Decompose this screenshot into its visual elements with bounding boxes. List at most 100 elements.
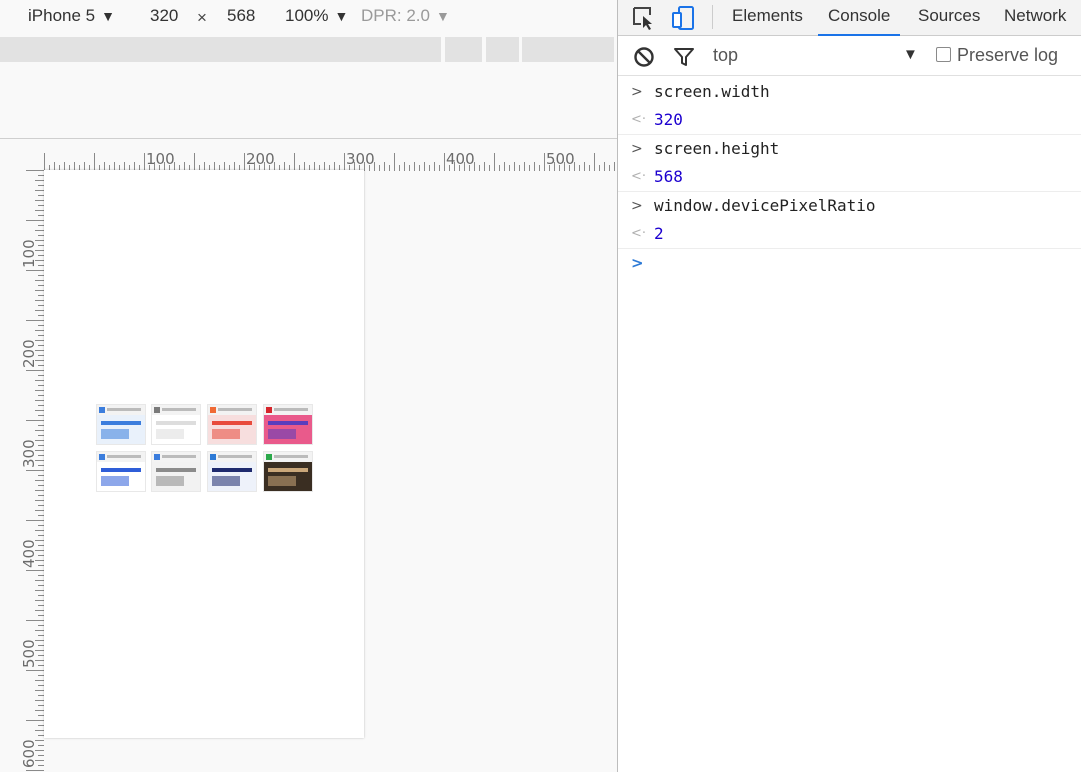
device-height-field[interactable]: 568 xyxy=(227,6,255,26)
thumbnail-preview xyxy=(152,415,200,444)
site-thumbnail[interactable] xyxy=(151,451,201,492)
site-thumbnail[interactable] xyxy=(96,451,146,492)
thumbnail-title xyxy=(107,408,141,411)
thumbnail-title xyxy=(274,408,308,411)
filter-icon[interactable] xyxy=(672,45,696,69)
thumbnail-preview xyxy=(152,462,200,491)
chevron-down-icon[interactable]: ▼ xyxy=(903,46,918,63)
ruler-label: 400 xyxy=(20,539,38,568)
tab-sources[interactable]: Sources xyxy=(908,0,990,36)
console-prompt[interactable]: > xyxy=(618,249,1081,277)
console-result: <· 320 xyxy=(618,106,1081,135)
clear-console-icon[interactable] xyxy=(632,45,656,69)
device-width-field[interactable]: 320 xyxy=(150,6,178,26)
favicon-icon xyxy=(266,407,272,413)
result-value: 568 xyxy=(654,167,683,186)
media-query-segment[interactable] xyxy=(0,37,441,62)
result-value: 320 xyxy=(654,110,683,129)
ruler-label: 200 xyxy=(20,339,38,368)
horizontal-ruler: 100 200 300 400 500 xyxy=(44,146,617,171)
prompt-chevron-icon: > xyxy=(631,254,644,272)
dpr-select[interactable]: DPR: 2.0 ▼ xyxy=(361,6,450,26)
console-output[interactable]: > screen.width <· 320 > screen.height <· 568 > wi… xyxy=(618,78,1081,277)
ruler-label: 200 xyxy=(246,150,275,168)
thumbnail-title xyxy=(274,455,308,458)
result-value: 2 xyxy=(654,224,664,243)
inspect-element-icon[interactable] xyxy=(630,4,658,32)
horizontal-ruler-ticks: 100 200 300 400 500 xyxy=(44,150,615,171)
command-text: screen.height xyxy=(654,139,780,158)
command-text: screen.width xyxy=(654,82,770,101)
ruler-label: 500 xyxy=(20,639,38,668)
console-result: <· 568 xyxy=(618,163,1081,192)
favicon-icon xyxy=(99,454,105,460)
thumbnail-title xyxy=(218,455,252,458)
thumbnail-title xyxy=(107,455,141,458)
device-viewport[interactable] xyxy=(44,170,364,738)
toolbar-divider xyxy=(712,5,713,29)
console-command: > screen.height xyxy=(618,135,1081,163)
command-text: window.devicePixelRatio xyxy=(654,196,876,215)
tab-network[interactable]: Network xyxy=(994,0,1076,36)
devtools-panel: Elements Console Sources Network top ▼ Pres… xyxy=(617,0,1081,772)
console-toolbar: top ▼ Preserve log xyxy=(618,37,1081,76)
chevron-right-icon: > xyxy=(631,84,643,100)
site-thumbnail[interactable] xyxy=(96,404,146,445)
divider xyxy=(0,138,617,139)
return-arrow-icon: <· xyxy=(631,226,647,241)
return-arrow-icon: <· xyxy=(631,112,647,127)
vertical-ruler: 100 200 300 400 500 600 xyxy=(20,170,44,772)
device-name: iPhone 5 xyxy=(28,6,96,25)
preserve-log-checkbox[interactable]: Preserve log xyxy=(936,45,1058,66)
chevron-right-icon: > xyxy=(631,198,643,214)
media-query-segment[interactable] xyxy=(522,37,614,62)
zoom-value: 100% xyxy=(285,6,329,25)
ruler-label: 100 xyxy=(20,239,38,268)
thumbnail-preview xyxy=(264,415,312,444)
favicon-icon xyxy=(154,454,160,460)
thumbnail-preview xyxy=(97,462,145,491)
chevron-down-icon: ▼ xyxy=(334,8,349,24)
media-query-segment[interactable] xyxy=(486,37,519,62)
ruler-label: 300 xyxy=(346,150,375,168)
tab-elements[interactable]: Elements xyxy=(722,0,813,36)
site-thumbnail[interactable] xyxy=(263,404,313,445)
checkbox-icon[interactable] xyxy=(936,47,951,62)
thumbnail-title xyxy=(218,408,252,411)
site-thumbnail[interactable] xyxy=(207,451,257,492)
zoom-select[interactable]: 100% ▼ xyxy=(285,6,348,26)
favicon-icon xyxy=(154,407,160,413)
vertical-ruler-ticks: 100 200 300 400 500 600 xyxy=(20,170,44,771)
media-query-bar xyxy=(0,37,617,62)
thumbnail-preview xyxy=(97,415,145,444)
ruler-label: 100 xyxy=(146,150,175,168)
site-thumbnail[interactable] xyxy=(207,404,257,445)
devtools-tabbar: Elements Console Sources Network xyxy=(618,0,1081,36)
thumbnail-title xyxy=(162,455,196,458)
favicon-icon xyxy=(210,407,216,413)
console-command: > screen.width xyxy=(618,78,1081,106)
ruler-label: 300 xyxy=(20,439,38,468)
console-command: > window.devicePixelRatio xyxy=(618,192,1081,220)
thumbnail-preview xyxy=(208,462,256,491)
chevron-down-icon: ▼ xyxy=(101,8,115,24)
ruler-label: 400 xyxy=(446,150,475,168)
return-arrow-icon: <· xyxy=(631,169,647,184)
device-select[interactable]: iPhone 5 ▼ xyxy=(28,6,115,26)
tab-console[interactable]: Console xyxy=(818,0,901,36)
ruler-label: 500 xyxy=(546,150,575,168)
thumbnail-preview xyxy=(208,415,256,444)
chevron-down-icon: ▼ xyxy=(435,8,450,24)
site-thumbnail[interactable] xyxy=(263,451,313,492)
site-thumbnail[interactable] xyxy=(151,404,201,445)
context-selector[interactable]: top xyxy=(713,45,738,66)
favicon-icon xyxy=(210,454,216,460)
media-query-segment[interactable] xyxy=(445,37,482,62)
times-icon: × xyxy=(197,8,207,27)
device-emulation-pane: iPhone 5 ▼ 320 × 568 100% ▼ DPR: 2.0 ▼ 100 2… xyxy=(0,0,617,772)
dpr-value: DPR: 2.0 xyxy=(361,6,430,25)
device-toolbar: iPhone 5 ▼ 320 × 568 100% ▼ DPR: 2.0 ▼ xyxy=(0,0,617,34)
thumbnail-preview xyxy=(264,462,312,491)
device-toolbar-icon[interactable] xyxy=(670,4,698,32)
chevron-right-icon: > xyxy=(631,141,643,157)
